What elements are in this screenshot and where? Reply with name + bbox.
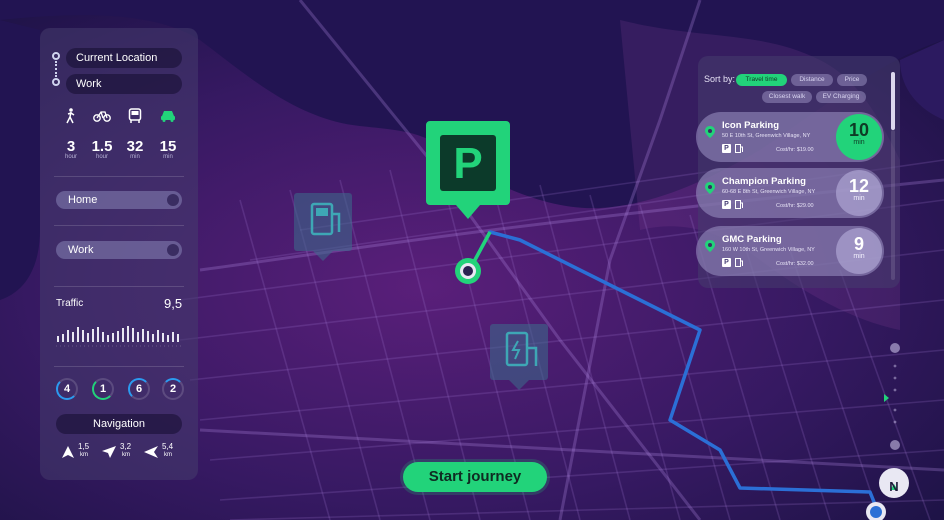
location-pin-icon (705, 182, 715, 194)
traffic-value: 9,5 (164, 296, 183, 311)
parking-card-2[interactable]: Champion Parking 60-68 E 8th St, Greenwi… (696, 168, 884, 218)
origin-dot (52, 52, 60, 60)
bike-time: 1.5 hour (91, 138, 113, 160)
bus-time: 32 min (126, 138, 144, 160)
straight-arrow-icon (62, 446, 74, 460)
sort-travel-time[interactable]: Travel time (736, 74, 787, 86)
stat-circle-4[interactable]: 2 (162, 378, 184, 400)
divider (54, 225, 184, 226)
divider (54, 366, 184, 367)
destination-field[interactable]: Work (66, 74, 182, 94)
fuel-station-marker[interactable] (294, 193, 352, 261)
divider (54, 176, 184, 177)
navigation-header[interactable]: Navigation (56, 414, 182, 434)
parking-card-3[interactable]: GMC Parking 160 W 10th St, Greenwich Vil… (696, 226, 884, 276)
travel-minutes: 9 min (836, 228, 882, 274)
slight-left-arrow-icon (102, 446, 116, 460)
walk-icon[interactable] (60, 108, 82, 130)
trip-panel: Current Location Work 3 hour 1.5 hour 32 mi… (40, 28, 198, 480)
start-journey-button[interactable]: Start journey (403, 462, 547, 492)
compass-button[interactable]: N (879, 468, 909, 498)
parking-card-1[interactable]: Icon Parking 50 E 10th St, Greenwich Vil… (696, 112, 884, 162)
stat-circle-3[interactable]: 6 (128, 378, 150, 400)
car-time: 15 min (159, 138, 177, 160)
location-pin-icon (705, 240, 715, 252)
parking-badge-icon: P (722, 258, 731, 267)
traffic-chart (56, 326, 182, 347)
location-pin-icon (705, 126, 715, 138)
parking-badge-icon: P (722, 200, 731, 209)
home-toggle[interactable]: Home (56, 191, 182, 209)
bus-icon[interactable] (124, 108, 146, 130)
destination-dot (52, 78, 60, 86)
fuel-icon (735, 144, 744, 153)
sort-label: Sort by: (704, 74, 736, 84)
sort-ev-charging[interactable]: EV Charging (816, 91, 866, 103)
stat-circle-1[interactable]: 4 (56, 378, 78, 400)
work-toggle[interactable]: Work (56, 241, 182, 259)
divider (54, 286, 184, 287)
compass-label: N (889, 479, 899, 494)
sort-distance[interactable]: Distance (791, 74, 833, 86)
sort-closest-walk[interactable]: Closest walk (762, 91, 812, 103)
parking-badge-icon: P (722, 144, 731, 153)
results-scrollbar[interactable] (891, 72, 895, 130)
bike-icon[interactable] (91, 108, 113, 130)
left-arrow-icon (144, 446, 158, 460)
car-icon[interactable] (157, 108, 179, 130)
water-left (0, 20, 40, 300)
route-connector (55, 61, 59, 77)
origin-field[interactable]: Current Location (66, 48, 182, 68)
parking-sign-label: P (453, 139, 482, 188)
sort-price[interactable]: Price (837, 74, 867, 86)
fuel-icon (735, 258, 744, 267)
travel-minutes: 10 min (836, 114, 882, 160)
traffic-label: Traffic (56, 298, 84, 309)
stat-circle-2[interactable]: 1 (92, 378, 114, 400)
fuel-icon (735, 200, 744, 209)
travel-minutes: 12 min (836, 170, 882, 216)
